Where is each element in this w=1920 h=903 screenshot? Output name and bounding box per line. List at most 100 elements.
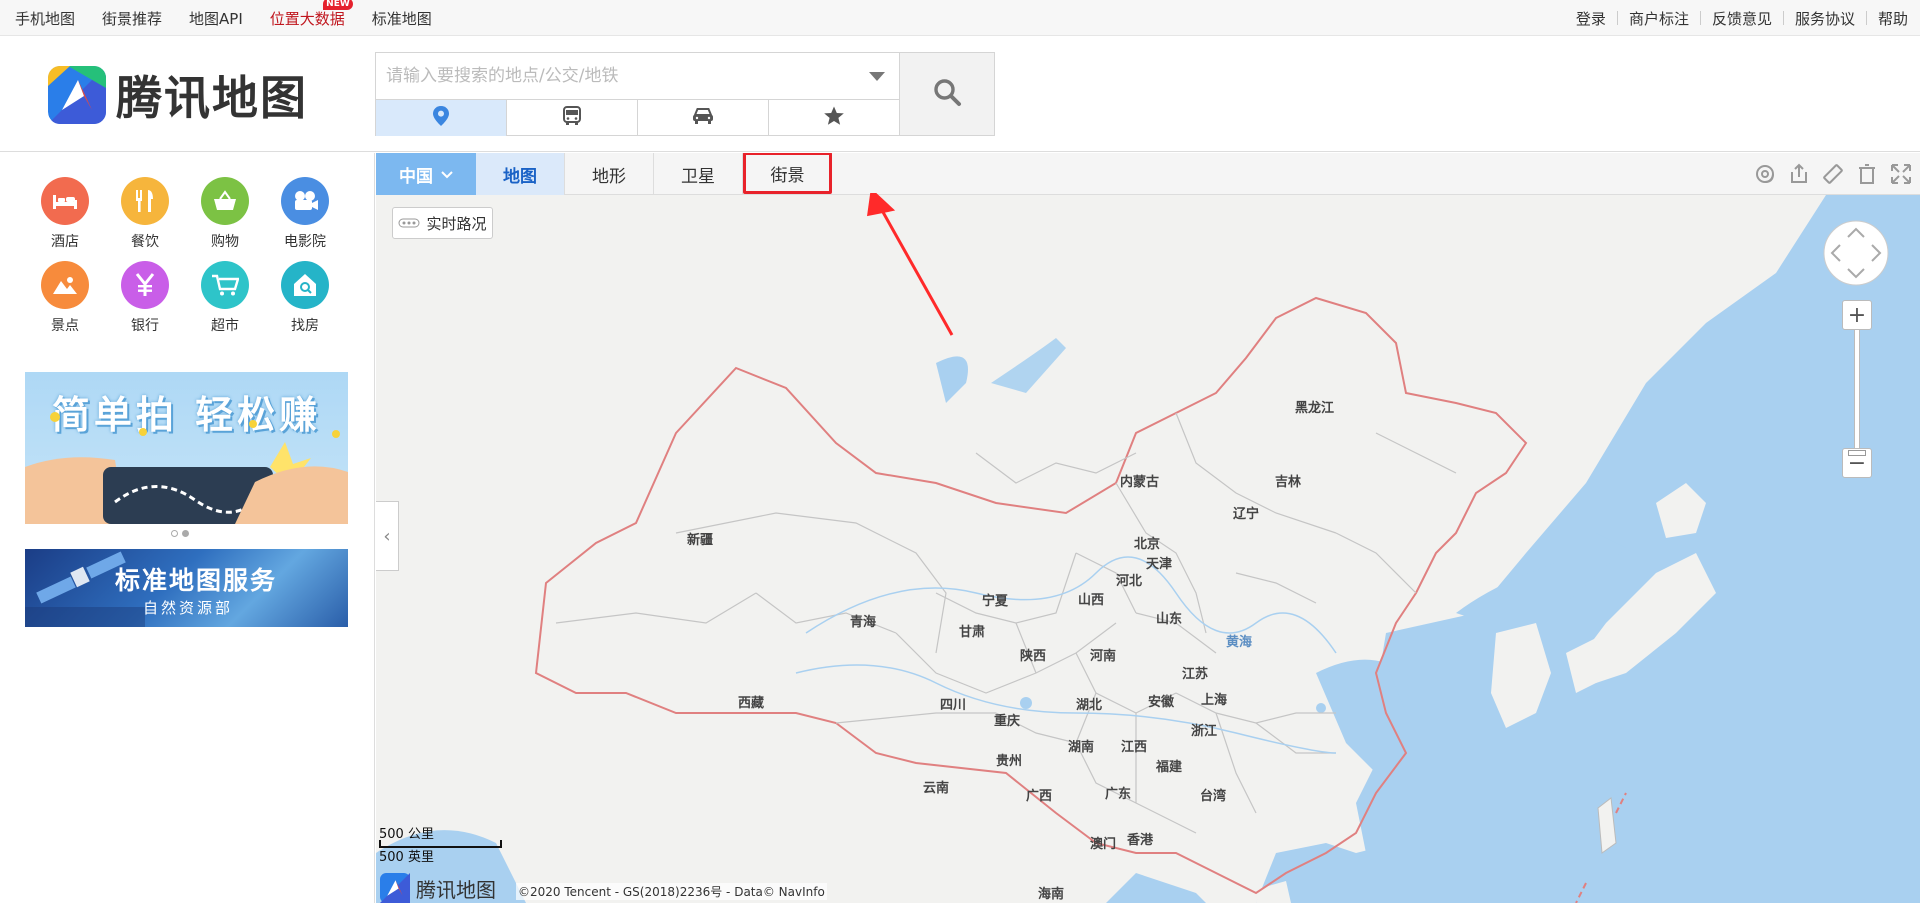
category-bank[interactable]: 银行 (105, 261, 185, 335)
place-search-tab[interactable] (376, 100, 507, 136)
chevron-down-icon (441, 164, 453, 184)
map-label: 江苏 (1182, 667, 1209, 682)
category-dining[interactable]: 餐饮 (105, 177, 185, 251)
map-watermark-logo: 腾讯地图 (380, 873, 496, 903)
category-label: 找房 (291, 318, 319, 334)
traffic-toggle[interactable]: 实时路况 (392, 207, 493, 239)
category-supermarket[interactable]: 超市 (185, 261, 265, 335)
traffic-icon (398, 214, 420, 232)
traffic-label: 实时路况 (426, 214, 487, 233)
favorites-tab[interactable] (769, 100, 899, 136)
tab-map[interactable]: 地图 (476, 153, 565, 195)
map-label: 宁夏 (982, 594, 1009, 609)
region-selector[interactable]: 中国 (376, 153, 476, 195)
category-label: 餐饮 (131, 234, 159, 250)
divider (1699, 11, 1701, 25)
category-scenic[interactable]: 景点 (25, 261, 105, 335)
zoom-slider-thumb[interactable] (1848, 450, 1866, 456)
map-label: 海南 (1038, 887, 1065, 902)
terms-link[interactable]: 服务协议 (1795, 8, 1855, 29)
annotation-arrow (867, 193, 954, 336)
tab-terrain[interactable]: 地形 (565, 153, 654, 195)
bus-route-tab[interactable] (507, 100, 638, 136)
feedback-link[interactable]: 反馈意见 (1712, 8, 1772, 29)
category-housing[interactable]: 找房 (265, 261, 345, 335)
carousel-dot-active[interactable] (182, 530, 189, 537)
map-label: 吉林 (1275, 475, 1302, 490)
scale-mi: 500 英里 (379, 850, 434, 865)
yen-icon (121, 261, 169, 309)
nav-map-api[interactable]: 地图API (189, 8, 243, 29)
ruler-icon[interactable] (1822, 163, 1844, 185)
nav-location-bigdata[interactable]: 位置大数据 NEW (270, 0, 353, 29)
standard-map-banner-title: 标准地图服务 (115, 566, 278, 595)
collapse-sidebar-button[interactable]: ‹ (376, 501, 399, 571)
map-label: 贵州 (996, 754, 1023, 769)
carousel-dot[interactable] (171, 530, 178, 537)
bus-icon (561, 105, 583, 131)
merchant-mark-link[interactable]: 商户标注 (1629, 8, 1689, 29)
fullscreen-icon[interactable] (1890, 163, 1912, 185)
car-icon (691, 106, 715, 130)
top-nav-bar: 手机地图 街景推荐 地图API 位置大数据 NEW 标准地图 登录 商户标注 反馈… (0, 0, 1920, 36)
category-label: 超市 (211, 318, 239, 334)
map-label-sea: 黄海 (1226, 635, 1253, 650)
tab-satellite[interactable]: 卫星 (654, 153, 743, 195)
search-button[interactable] (899, 52, 995, 136)
share-icon[interactable] (1788, 163, 1810, 185)
login-link[interactable]: 登录 (1576, 8, 1606, 29)
top-nav-left: 手机地图 街景推荐 地图API 位置大数据 NEW 标准地图 (15, 0, 432, 36)
nav-mobile-map[interactable]: 手机地图 (15, 8, 75, 29)
promo-illustration (25, 412, 348, 524)
map-label: 澳门 (1090, 837, 1117, 852)
search-icon (932, 77, 962, 111)
map-view[interactable]: 中国 地图 地形 卫星 街景 实时路况 ‹ + − 500 公里 500 英里 … (376, 153, 1920, 903)
locate-icon[interactable] (1754, 163, 1776, 185)
search-input[interactable] (376, 53, 899, 100)
landscape-icon (41, 261, 89, 309)
category-shopping[interactable]: 购物 (185, 177, 265, 251)
help-link[interactable]: 帮助 (1878, 8, 1908, 29)
category-cinema[interactable]: 电影院 (265, 177, 345, 251)
map-label: 山东 (1156, 612, 1183, 627)
search-panel (375, 52, 900, 136)
map-label: 内蒙古 (1120, 475, 1160, 490)
map-label: 辽宁 (1233, 507, 1260, 522)
brand-logo[interactable]: 腾讯地图 (48, 62, 308, 128)
clear-icon[interactable] (1856, 163, 1878, 185)
divider (1865, 11, 1867, 25)
map-label: 安徽 (1148, 695, 1175, 710)
search-history-dropdown-icon[interactable] (869, 72, 885, 81)
map-label: 四川 (940, 698, 967, 713)
pan-control[interactable] (1822, 219, 1890, 287)
divider (1616, 11, 1618, 25)
map-label: 广东 (1105, 787, 1132, 802)
category-grid: 酒店 餐饮 购物 电影院 景点 银行 超市 找房 (25, 177, 355, 335)
tab-streetview[interactable]: 街景 (743, 153, 832, 194)
category-label: 酒店 (51, 234, 79, 250)
region-label: 中国 (399, 166, 433, 187)
category-hotel[interactable]: 酒店 (25, 177, 105, 251)
tencent-map-logo-icon (48, 66, 106, 124)
star-icon (823, 105, 845, 131)
map-label: 香港 (1127, 833, 1154, 848)
map-label: 上海 (1201, 693, 1228, 708)
zoom-control: + − (1842, 300, 1872, 478)
house-icon (281, 261, 329, 309)
standard-map-banner-sub: 自然资源部 (143, 599, 234, 617)
map-logo-text: 腾讯地图 (416, 877, 496, 902)
fork-knife-icon (121, 177, 169, 225)
standard-map-banner[interactable]: 标准地图服务 自然资源部 (25, 549, 348, 627)
drive-route-tab[interactable] (638, 100, 769, 136)
tencent-map-logo-icon (380, 873, 410, 903)
nav-streetview-recommend[interactable]: 街景推荐 (102, 8, 162, 29)
map-canvas[interactable] (376, 153, 1920, 903)
zoom-in-button[interactable]: + (1842, 300, 1872, 330)
nav-standard-map[interactable]: 标准地图 (372, 8, 432, 29)
category-label: 景点 (51, 318, 79, 334)
basket-icon (201, 177, 249, 225)
promo-banner[interactable]: 简单拍 轻松赚 (25, 372, 348, 524)
map-label: 重庆 (994, 714, 1021, 729)
zoom-slider[interactable] (1848, 330, 1866, 456)
map-label: 浙江 (1191, 724, 1218, 739)
